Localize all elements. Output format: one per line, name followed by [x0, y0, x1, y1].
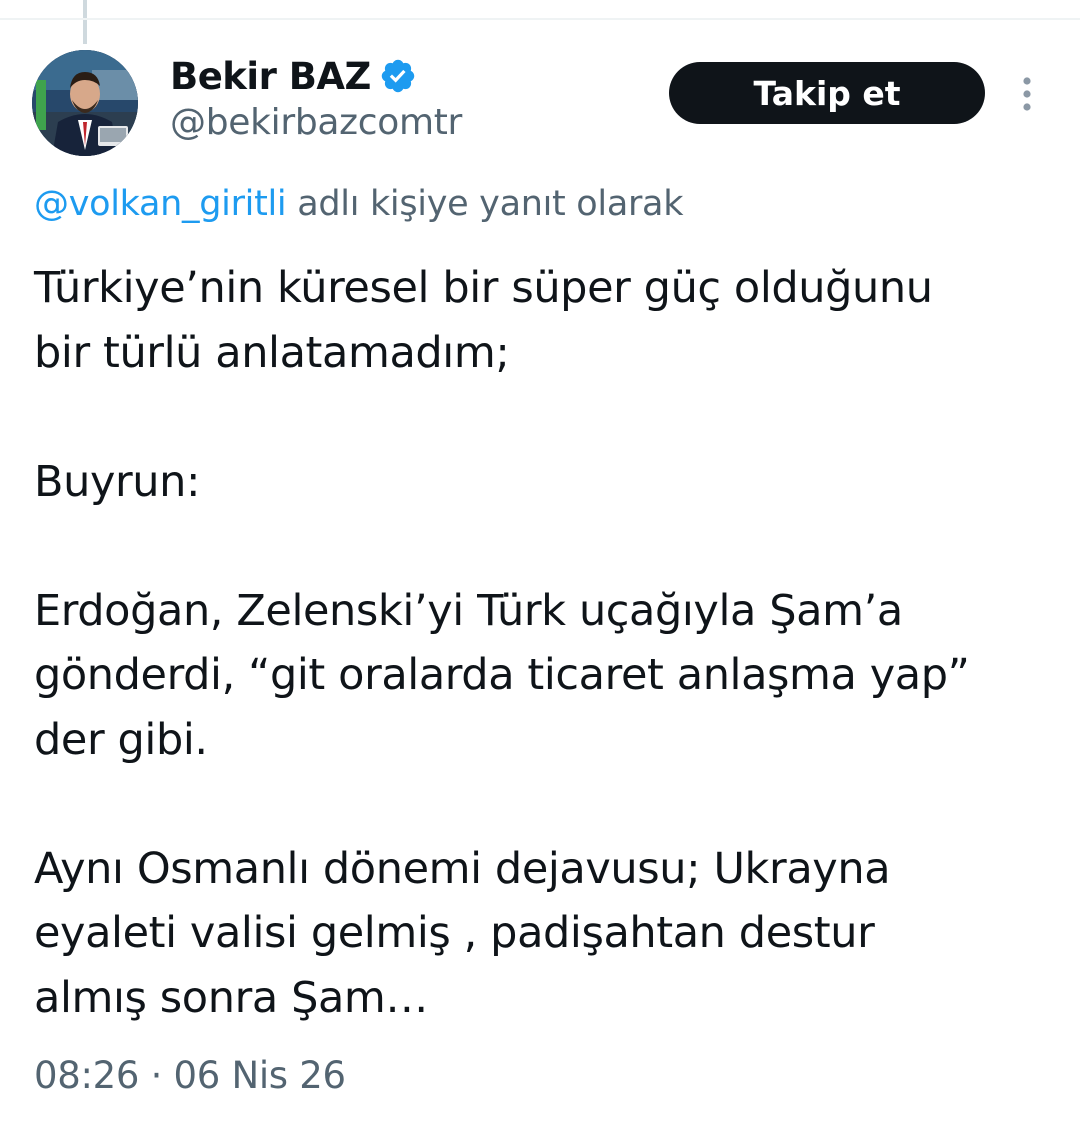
reply-context: @volkan_giritli adlı kişiye yanıt olarak [34, 184, 683, 224]
author-handle[interactable]: @bekirbazcomtr [170, 102, 462, 143]
more-vertical-icon[interactable] [1014, 74, 1040, 114]
tweet-line: Erdoğan, Zelenski’yi Türk uçağıyla Şam’a [34, 585, 903, 636]
reply-context-text: adlı kişiye yanıt olarak [297, 184, 684, 224]
tweet-line: der gibi. [34, 714, 208, 765]
tweet-line: eyaleti valisi gelmiş , padişahtan destu… [34, 908, 875, 958]
author-display-name[interactable]: Bekir BAZ [170, 55, 371, 98]
tweet-line: almış sonra Şam… [34, 972, 428, 1023]
author-name-row[interactable]: Bekir BAZ [170, 52, 417, 100]
follow-button[interactable]: Takip et [669, 62, 985, 124]
reply-mention-link[interactable]: @volkan_giritli [34, 184, 287, 224]
tweet-line: Buyrun: [34, 456, 201, 507]
profile-photo-icon [32, 50, 138, 156]
thread-connector-line [83, 0, 87, 44]
tweet-text: Türkiye’nin küresel bir süper güç olduğu… [34, 256, 1044, 1030]
divider [0, 18, 1080, 20]
avatar[interactable] [32, 50, 138, 156]
tweet-detail: Bekir BAZ @bekirbazcomtr Takip et @volka… [0, 0, 1080, 1133]
tweet-line: bir türlü anlatamadım; [34, 327, 510, 378]
tweet-line: gönderdi, “git oralarda ticaret anlaşma … [34, 650, 970, 700]
tweet-line: Türkiye’nin küresel bir süper güç olduğu… [34, 263, 933, 313]
tweet-line: Aynı Osmanlı dönemi dejavusu; Ukrayna [34, 843, 891, 894]
verified-badge-icon [379, 57, 417, 95]
tweet-timestamp[interactable]: 08:26 · 06 Nis 26 [34, 1054, 346, 1097]
